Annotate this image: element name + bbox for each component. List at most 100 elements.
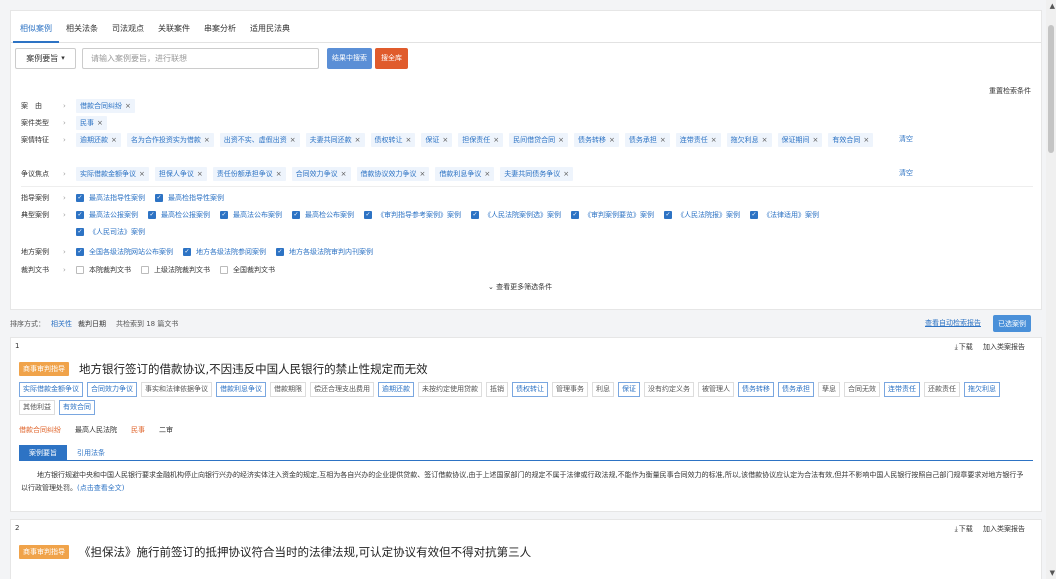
filter-tag[interactable]: 担保责任 × xyxy=(458,133,504,147)
filter-tag[interactable]: 债务转移 × xyxy=(574,133,619,147)
filter-tag[interactable]: 借款合同纠纷 × xyxy=(76,99,135,113)
filter-checkbox[interactable]: ✓ 《人民司法》案例 xyxy=(76,225,145,239)
checkbox-checked-icon[interactable]: ✓ xyxy=(364,211,372,219)
keyword-tag[interactable]: 没有约定义务 xyxy=(644,382,694,397)
download-link[interactable]: ⤓下载 xyxy=(955,343,973,351)
close-icon[interactable]: × xyxy=(197,170,203,178)
keyword-tag[interactable]: 利息 xyxy=(592,382,614,397)
selected-cases-button[interactable]: 已选案例 xyxy=(993,315,1031,332)
keyword-tag[interactable]: 事实和法律依据争议 xyxy=(141,382,212,397)
tab-case-summary[interactable]: 案例要旨 xyxy=(19,445,67,461)
filter-checkbox[interactable]: ✓ 《人民法院案例选》案例 xyxy=(471,208,561,222)
tab-cited-laws[interactable]: 引用法条 xyxy=(67,445,115,461)
tab-similar-cases[interactable]: 相似案例 xyxy=(13,11,59,43)
keyword-tag[interactable]: 还款责任 xyxy=(924,382,960,397)
filter-tag[interactable]: 借款协议效力争议 × xyxy=(356,167,430,181)
keyword-tag[interactable]: 合同无效 xyxy=(844,382,880,397)
close-icon[interactable]: × xyxy=(442,136,448,144)
keyword-tag[interactable]: 被管理人 xyxy=(698,382,734,397)
checkbox-checked-icon[interactable]: ✓ xyxy=(148,211,156,219)
keyword-tag[interactable]: 保证 xyxy=(618,382,640,397)
download-link[interactable]: ⤓下载 xyxy=(955,525,973,533)
add-report-link[interactable]: 加入类案报告 xyxy=(983,343,1025,351)
keyword-tag[interactable]: 偿还合理支出费用 xyxy=(310,382,374,397)
checkbox-checked-icon[interactable]: ✓ xyxy=(76,248,84,256)
keyword-tag[interactable]: 实际借款金额争议 xyxy=(19,382,83,397)
filter-tag[interactable]: 合同效力争议 × xyxy=(291,167,351,181)
keyword-tag[interactable]: 管理事务 xyxy=(552,382,588,397)
close-icon[interactable]: × xyxy=(484,170,490,178)
filter-tag[interactable]: 担保人争议 × xyxy=(154,167,207,181)
checkbox-unchecked-icon[interactable] xyxy=(220,266,228,274)
more-filters-link[interactable]: ⌄ 查看更多筛选条件 xyxy=(488,282,552,292)
scroll-up-icon[interactable]: ▲ xyxy=(1050,2,1055,10)
case-title[interactable]: 《担保法》施行前签订的抵押协议符合当时的法律法规,可认定协议有效但不得对抗第三人 xyxy=(79,544,531,560)
filter-checkbox[interactable]: 上级法院裁判文书 xyxy=(141,263,210,277)
filter-tag[interactable]: 借款利息争议 × xyxy=(435,167,495,181)
close-icon[interactable]: × xyxy=(355,136,361,144)
close-icon[interactable]: × xyxy=(420,170,426,178)
sort-relevance[interactable]: 相关性 xyxy=(51,319,72,329)
keyword-tag[interactable]: 合同效力争议 xyxy=(87,382,137,397)
close-icon[interactable]: × xyxy=(97,119,103,127)
filter-checkbox[interactable]: 本院裁判文书 xyxy=(76,263,131,277)
sort-date[interactable]: 裁判日期 xyxy=(78,319,106,329)
filter-checkbox[interactable]: ✓ 《人民法院报》案例 xyxy=(664,208,740,222)
search-within-button[interactable]: 结果中搜索 xyxy=(327,47,372,69)
close-icon[interactable]: × xyxy=(558,136,564,144)
clear-focus-link[interactable]: 清空 xyxy=(899,168,913,178)
add-report-link[interactable]: 加入类案报告 xyxy=(983,525,1025,533)
tab-linked-cases[interactable]: 关联案件 xyxy=(151,11,197,43)
filter-tag[interactable]: 有效合同 × xyxy=(828,133,874,147)
filter-checkbox[interactable]: 全国裁判文书 xyxy=(220,263,275,277)
clear-features-link[interactable]: 清空 xyxy=(899,134,913,144)
read-more-link[interactable]: (点击查看全文) xyxy=(77,484,124,492)
checkbox-checked-icon[interactable]: ✓ xyxy=(471,211,479,219)
close-icon[interactable]: × xyxy=(341,170,347,178)
tab-related-laws[interactable]: 相关法条 xyxy=(59,11,105,43)
filter-checkbox[interactable]: ✓ 最高法公报案例 xyxy=(76,208,138,222)
keyword-tag[interactable]: 债务转移 xyxy=(738,382,774,397)
reset-filters-link[interactable]: 重置检索条件 xyxy=(989,86,1031,96)
close-icon[interactable]: × xyxy=(609,136,615,144)
filter-tag[interactable]: 保证 × xyxy=(421,133,453,147)
close-icon[interactable]: × xyxy=(563,170,569,178)
checkbox-unchecked-icon[interactable] xyxy=(141,266,149,274)
search-field-select[interactable]: 案例要旨 ▾ xyxy=(15,47,76,69)
filter-checkbox[interactable]: ✓ 最高检公布案例 xyxy=(292,208,354,222)
filter-tag[interactable]: 债务承担 × xyxy=(624,133,670,147)
filter-tag[interactable]: 民事 × xyxy=(76,116,107,130)
filter-tag[interactable]: 实际借款金额争议 × xyxy=(76,167,149,181)
scrollbar[interactable]: ▲ ▼ xyxy=(1046,0,1056,579)
filter-checkbox[interactable]: ✓ 《审判案例要览》案例 xyxy=(571,208,654,222)
checkbox-checked-icon[interactable]: ✓ xyxy=(750,211,758,219)
checkbox-checked-icon[interactable]: ✓ xyxy=(76,211,84,219)
filter-checkbox[interactable]: ✓ 《审判指导参考案例》案例 xyxy=(364,208,461,222)
scrollbar-thumb[interactable] xyxy=(1048,25,1054,153)
keyword-tag[interactable]: 抵销 xyxy=(486,382,508,397)
filter-checkbox[interactable]: ✓ 最高检公报案例 xyxy=(148,208,210,222)
tab-serial-analysis[interactable]: 串案分析 xyxy=(197,11,243,43)
close-icon[interactable]: × xyxy=(204,136,210,144)
checkbox-checked-icon[interactable]: ✓ xyxy=(571,211,579,219)
case-title[interactable]: 地方银行签订的借款协议,不因违反中国人民银行的禁止性规定而无效 xyxy=(79,361,428,377)
auto-report-link[interactable]: 查看自动检索报告 xyxy=(925,318,981,328)
checkbox-checked-icon[interactable]: ✓ xyxy=(276,248,284,256)
filter-checkbox[interactable]: ✓ 《法律适用》案例 xyxy=(750,208,819,222)
close-icon[interactable]: × xyxy=(276,170,282,178)
filter-checkbox[interactable]: ✓ 最高检指导性案例 xyxy=(155,191,224,205)
filter-tag[interactable]: 夫妻共同还款 × xyxy=(305,133,365,147)
close-icon[interactable]: × xyxy=(125,102,131,110)
keyword-tag[interactable]: 债权转让 xyxy=(512,382,548,397)
filter-checkbox[interactable]: ✓ 最高法公布案例 xyxy=(220,208,282,222)
checkbox-checked-icon[interactable]: ✓ xyxy=(664,211,672,219)
filter-checkbox[interactable]: ✓ 地方各级法院审判内刊案例 xyxy=(276,245,373,259)
close-icon[interactable]: × xyxy=(762,136,768,144)
checkbox-checked-icon[interactable]: ✓ xyxy=(76,228,84,236)
keyword-tag[interactable]: 拖欠利息 xyxy=(964,382,1000,397)
checkbox-unchecked-icon[interactable] xyxy=(76,266,84,274)
checkbox-checked-icon[interactable]: ✓ xyxy=(183,248,191,256)
filter-tag[interactable]: 民间借贷合同 × xyxy=(509,133,568,147)
close-icon[interactable]: × xyxy=(406,136,412,144)
filter-tag[interactable]: 出资不实、虚假出资 × xyxy=(219,133,300,147)
